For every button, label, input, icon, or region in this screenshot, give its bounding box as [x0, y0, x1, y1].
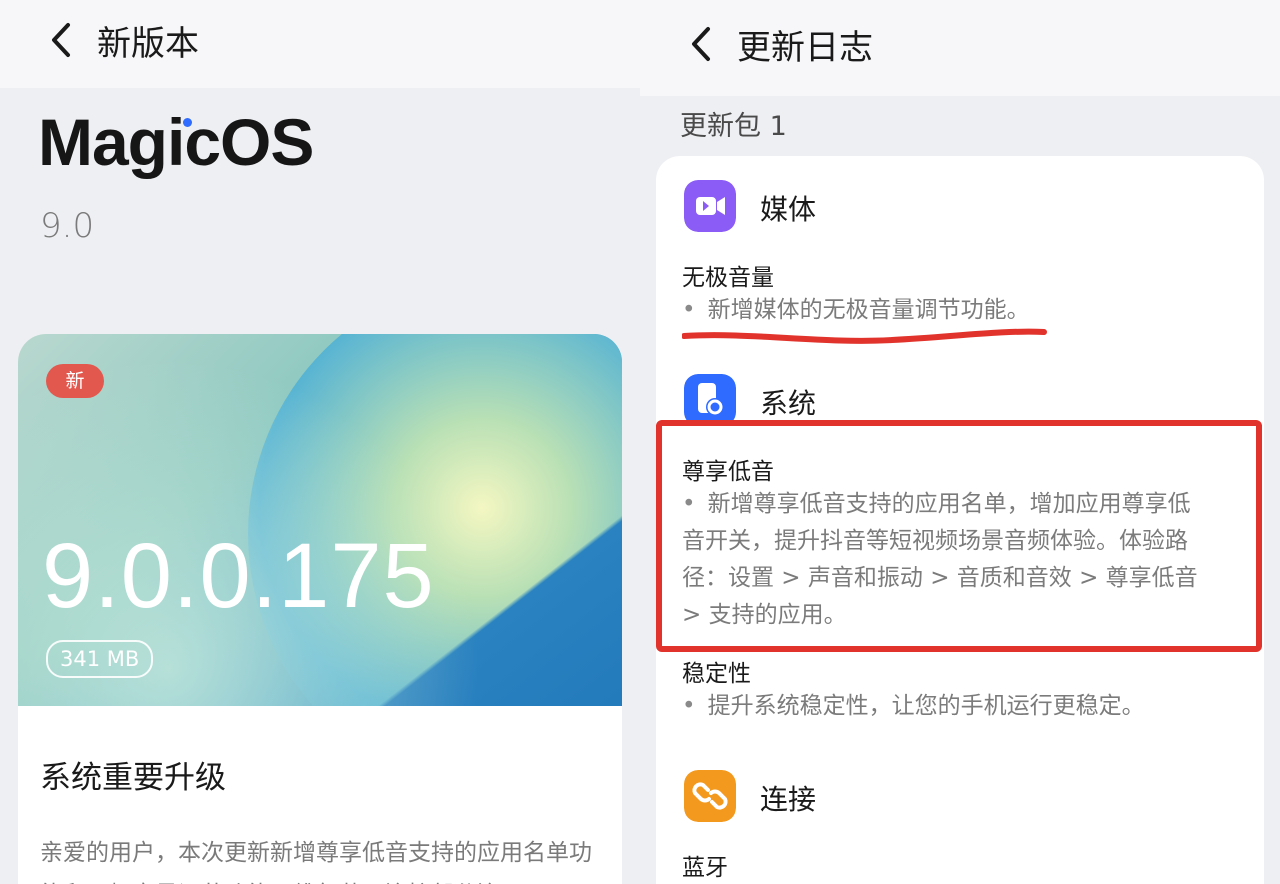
hero-banner: 新 9.0.0.175 341 MB: [18, 334, 622, 706]
page-title: 更新日志: [737, 28, 873, 68]
chevron-left-icon[interactable]: [688, 26, 714, 62]
item-title: 蓝牙: [682, 855, 728, 881]
new-badge: 新: [46, 364, 104, 398]
size-badge: 341 MB: [46, 640, 154, 678]
link-icon: [684, 770, 736, 822]
phone-settings-icon: [684, 374, 736, 426]
section-description: 亲爱的用户，本次更新新增尊享低音支持的应用名单功能和无极音量调节功能，维每蓝牙连…: [40, 840, 592, 884]
brand-logo: MagicOS: [38, 105, 314, 179]
red-underline-annotation: [682, 328, 1047, 344]
header-bar: 更新日志: [640, 0, 1280, 96]
category-connection: 连接: [760, 783, 817, 816]
header-bar: 新版本: [0, 0, 640, 88]
brand-dot: [183, 118, 192, 127]
os-version: 9.0: [40, 206, 95, 246]
item-title: 无极音量: [682, 265, 774, 291]
item-title: 稳定性: [682, 661, 751, 687]
video-camera-icon: [684, 180, 736, 232]
page-title: 新版本: [97, 24, 199, 64]
chevron-left-icon[interactable]: [48, 22, 74, 58]
item-description: • 提升系统稳定性，让您的手机运行更稳定。: [682, 693, 1145, 719]
category-media: 媒体: [760, 193, 817, 226]
build-number: 9.0.0.175: [42, 525, 435, 627]
red-box-annotation: [656, 420, 1262, 652]
section-title: 系统重要升级: [40, 760, 226, 796]
new-version-screen: 新版本 MagicOS 9.0 新 9.0.0.175 341 MB 系统重要升…: [0, 0, 640, 884]
category-system: 系统: [760, 387, 817, 420]
package-label: 更新包 1: [680, 111, 787, 142]
update-card: 新 9.0.0.175 341 MB 系统重要升级 亲爱的用户，本次更新新增尊享…: [18, 334, 622, 884]
